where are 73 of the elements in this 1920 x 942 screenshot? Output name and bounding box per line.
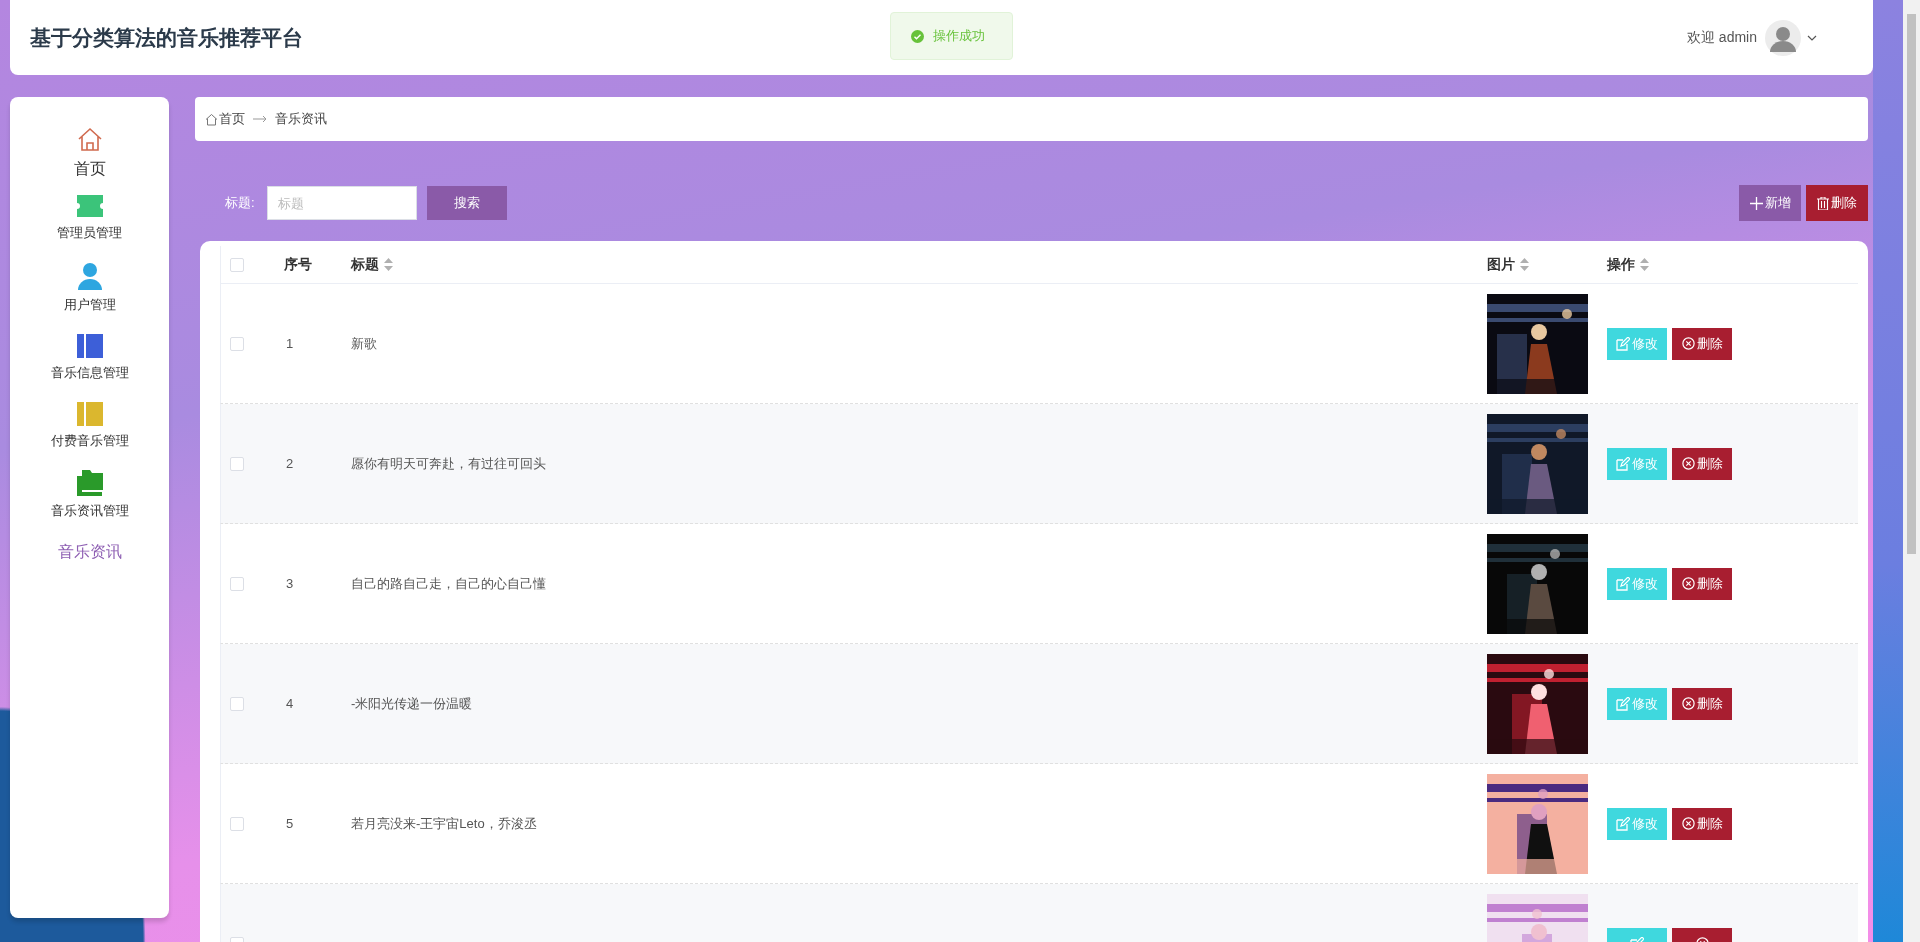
row-checkbox[interactable] xyxy=(230,816,244,831)
edit-icon xyxy=(1616,456,1630,471)
sort-icon xyxy=(1640,258,1649,271)
search-label: 标题: xyxy=(225,194,255,212)
add-button[interactable]: 新增 xyxy=(1739,185,1801,221)
column-header[interactable]: 图片 xyxy=(1487,255,1607,274)
close-icon xyxy=(1681,577,1695,590)
sidebar-item[interactable]: 音乐资讯 xyxy=(57,542,122,563)
table-cell-text: -米阳光传递一份温暖 xyxy=(351,694,474,713)
close-icon xyxy=(1681,817,1695,830)
avatar[interactable] xyxy=(1765,19,1801,56)
house-icon xyxy=(205,112,218,126)
scrollbar[interactable] xyxy=(1903,0,1920,942)
table-row[interactable]: 4 -米阳光传递一份温暖 修改 删除 xyxy=(220,644,1858,764)
table-row[interactable]: 2 愿你有明天可奔赴，有过往可回头 修改 删除 xyxy=(220,404,1858,524)
breadcrumb-link[interactable]: 音乐资讯 xyxy=(275,110,327,128)
book-icon xyxy=(75,402,104,426)
row-checkbox[interactable] xyxy=(230,696,244,711)
sort-icon xyxy=(384,258,393,271)
sidebar-item[interactable]: 用户管理 xyxy=(63,262,116,314)
user-icon xyxy=(76,262,103,290)
edit-icon xyxy=(1616,336,1630,351)
search-button[interactable]: 搜索 xyxy=(426,186,507,220)
row-checkbox[interactable] xyxy=(230,576,244,591)
table-cell-text: 4 xyxy=(285,696,295,711)
trash-icon xyxy=(1817,196,1829,210)
sidebar-item[interactable]: 音乐资讯管理 xyxy=(50,470,129,520)
table-cell-text: 3 xyxy=(285,576,295,591)
book-icon xyxy=(75,334,104,358)
sidebar-item[interactable]: 管理员管理 xyxy=(57,194,122,242)
sort-icon xyxy=(1520,258,1529,271)
edit-icon xyxy=(1616,696,1630,711)
row-checkbox[interactable] xyxy=(230,336,244,351)
breadcrumb-link[interactable]: 首页 xyxy=(219,110,245,128)
arrow-right-icon xyxy=(253,115,267,123)
select-all-checkbox[interactable] xyxy=(230,257,244,272)
sidebar-item[interactable]: 首页 xyxy=(73,125,106,180)
close-icon xyxy=(1681,457,1695,470)
table-cell-text: 5 xyxy=(285,816,295,831)
delete-button[interactable]: 删除 xyxy=(1806,185,1868,221)
chevron-down-icon xyxy=(1807,34,1817,41)
delete-button[interactable]: 删除 xyxy=(1672,567,1732,600)
row-checkbox[interactable] xyxy=(230,456,244,471)
edit-icon xyxy=(1616,816,1630,831)
table-cell-text: 愿你有明天可奔赴，有过往可回头 xyxy=(351,454,547,473)
column-header[interactable]: 序号 xyxy=(281,255,351,274)
plus-icon xyxy=(1749,196,1763,210)
search-field[interactable]: 标题 xyxy=(266,186,417,220)
app-title: 基于分类算法的音乐推荐平台 xyxy=(30,24,303,51)
close-icon xyxy=(1681,697,1695,710)
folder-icon xyxy=(75,470,104,496)
toast-text: 操作成功 xyxy=(933,27,985,45)
column-header[interactable]: 标题 xyxy=(351,255,1487,274)
edit-icon xyxy=(1616,576,1630,591)
table-cell-text: 新歌 xyxy=(351,334,378,353)
table-cell-text: 1 xyxy=(285,336,295,351)
table-cell-text: 自己的路自己走，自己的心自己懂 xyxy=(351,574,547,593)
table-row[interactable]: 3 自己的路自己走，自己的心自己懂 修改 删除 xyxy=(220,524,1858,644)
table-cell-text: 若月亮没来-王宇宙Leto，乔浚丞 xyxy=(351,814,538,833)
table-row[interactable]: 5 若月亮没来-王宇宙Leto，乔浚丞 修改 删除 xyxy=(220,764,1858,884)
delete-button[interactable]: 删除 xyxy=(1672,327,1732,360)
table-row[interactable]: 1 新歌 修改 删除 xyxy=(220,284,1858,404)
delete-button[interactable]: 删除 xyxy=(1672,687,1732,720)
welcome-text: 欢迎 admin xyxy=(1686,28,1757,47)
column-header[interactable]: 操作 xyxy=(1607,255,1858,274)
sidebar-item[interactable]: 付费音乐管理 xyxy=(50,402,129,450)
table-cell-text: 2 xyxy=(285,456,295,471)
delete-button[interactable]: 删除 xyxy=(1672,447,1732,480)
close-icon xyxy=(1681,337,1695,350)
check-circle-icon xyxy=(911,29,924,43)
delete-button[interactable]: 删除 xyxy=(1672,807,1732,840)
ticket-icon xyxy=(75,194,104,218)
sidebar-item[interactable]: 音乐信息管理 xyxy=(50,334,129,382)
